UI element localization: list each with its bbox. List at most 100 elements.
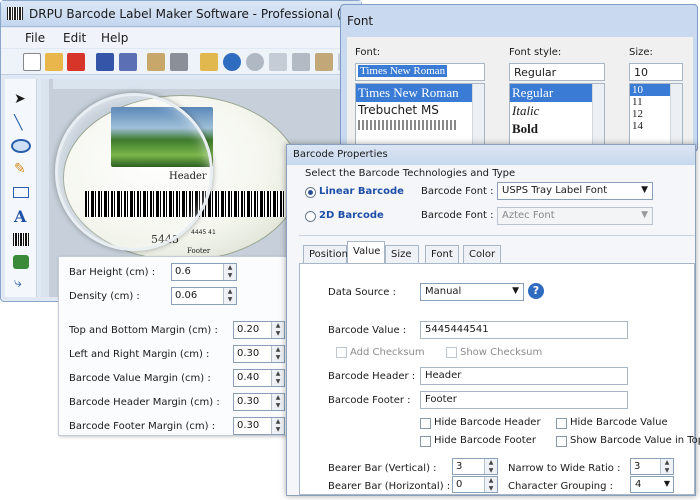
font-list-item[interactable]: Trebuchet MS (356, 102, 484, 118)
tab-value[interactable]: Value (347, 241, 385, 263)
print-icon[interactable] (170, 53, 188, 71)
hide-value-label: Hide Barcode Value (570, 417, 668, 428)
hide-footer-checkbox[interactable] (420, 436, 431, 447)
footer-margin-spinner[interactable]: 0.30 ▲ ▼ (233, 417, 285, 435)
linear-barcode-radio[interactable] (305, 187, 316, 198)
help-icon[interactable]: ? (528, 283, 544, 299)
barcode-footer-label: Barcode Footer : (328, 395, 411, 406)
style-list-scrollbar[interactable] (592, 84, 604, 152)
grouping-select[interactable]: 4 ▼ (630, 476, 674, 493)
connector-tool-icon[interactable]: ⤷ (14, 275, 22, 291)
bearer-vertical-spinner[interactable]: 3 ▲ ▼ (452, 458, 498, 475)
copy-icon[interactable] (269, 53, 287, 71)
chevron-down-icon: ▼ (641, 210, 648, 220)
value-tab-panel: Data Source : Manual ▼ ? Barcode Value :… (299, 263, 700, 495)
menu-bar: File Edit Help (1, 28, 361, 48)
main-title-bar: DRPU Barcode Label Maker Software - Prof… (1, 1, 384, 27)
edit-icon[interactable] (147, 53, 165, 71)
cut-icon[interactable] (292, 53, 310, 71)
font-dialog-title: Font (347, 14, 374, 28)
paste-icon[interactable] (315, 53, 333, 71)
font-style-input[interactable]: Regular (509, 63, 605, 81)
font-list-scrollbar[interactable] (472, 84, 484, 152)
redo-icon[interactable] (246, 53, 264, 71)
add-checksum-checkbox[interactable] (336, 347, 347, 358)
barcode-properties-title-bar: Barcode Properties (287, 145, 695, 165)
barcode-header-input[interactable]: Header (420, 367, 628, 385)
canvas-ruler (53, 79, 359, 89)
show-checksum-checkbox[interactable] (446, 347, 457, 358)
left-right-margin-spinner[interactable]: 0.30 ▲ ▼ (233, 345, 285, 363)
tab-size[interactable]: Size (385, 245, 419, 263)
bearer-vertical-label: Bearer Bar (Vertical) : (328, 463, 437, 474)
hide-value-checkbox[interactable] (556, 418, 567, 429)
rectangle-tool-icon[interactable] (13, 187, 29, 198)
menu-file[interactable]: File (25, 31, 45, 45)
chevron-down-icon: ▼ (663, 479, 670, 488)
style-list-item-selected[interactable]: Regular (510, 84, 592, 102)
main-window-title: DRPU Barcode Label Maker Software - Prof… (29, 7, 384, 21)
margins-panel: Bar Height (cm) : 0.6 ▲ ▼ Density (cm) : … (58, 256, 290, 436)
font-list-item-selected[interactable]: Times New Roman (356, 84, 472, 102)
density-spinner[interactable]: 0.06 ▲ ▼ (171, 287, 237, 305)
size-list-item-selected[interactable]: 10 (630, 84, 670, 96)
font-label: Font: (355, 47, 381, 58)
app-barcode-icon (7, 7, 23, 20)
line-tool-icon[interactable]: ╲ (14, 115, 22, 131)
section-divider (299, 235, 695, 236)
undo-icon[interactable] (223, 53, 241, 71)
menu-edit[interactable]: Edit (63, 31, 86, 45)
font-size-input[interactable]: 10 (629, 63, 683, 81)
density-label: Density (cm) : (69, 291, 140, 302)
grouping-label: Character Grouping : (508, 481, 614, 492)
size-list-scrollbar[interactable] (670, 84, 682, 152)
save-icon[interactable] (96, 53, 114, 71)
font-name-list[interactable]: Times New Roman Trebuchet MS (355, 83, 485, 153)
value-margin-label: Barcode Value Margin (cm) : (69, 373, 211, 384)
font-list-symbol-item[interactable] (358, 120, 458, 130)
pointer-tool-icon[interactable]: ➤ (14, 91, 26, 107)
header-margin-spinner[interactable]: 0.30 ▲ ▼ (233, 393, 285, 411)
ellipse-tool-icon[interactable] (11, 139, 31, 153)
barcode-footer-input[interactable]: Footer (420, 391, 628, 409)
show-checksum-label: Show Checksum (460, 347, 543, 358)
tab-position[interactable]: Position (303, 245, 348, 263)
hide-header-checkbox[interactable] (420, 418, 431, 429)
tab-font[interactable]: Font (425, 245, 459, 263)
value-margin-spinner[interactable]: 0.40 ▲ ▼ (233, 369, 285, 387)
bearer-horizontal-label: Bearer Bar (Horizontal) : (328, 481, 451, 492)
export-icon[interactable] (200, 53, 218, 71)
data-source-select[interactable]: Manual ▼ (420, 283, 524, 301)
bearer-horizontal-spinner[interactable]: 0 ▲ ▼ (452, 476, 498, 493)
linear-font-select[interactable]: USPS Tray Label Font ▼ (497, 182, 653, 200)
bar-height-spinner[interactable]: 0.6 ▲ ▼ (171, 263, 237, 281)
data-source-label: Data Source : (328, 287, 396, 298)
save-as-icon[interactable] (119, 53, 137, 71)
tab-color[interactable]: Color (463, 245, 501, 263)
ratio-spinner[interactable]: 3 ▲ ▼ (630, 458, 674, 475)
barcode-properties-dialog: Barcode Properties Select the Barcode Te… (286, 144, 700, 496)
2d-font-select[interactable]: Aztec Font ▼ (497, 207, 653, 225)
barcode-tool-icon[interactable] (13, 233, 30, 246)
text-tool-icon[interactable]: A (14, 207, 26, 226)
font-size-list[interactable]: 10 11 12 14 (629, 83, 683, 153)
style-list-item-italic[interactable]: Italic (510, 102, 604, 120)
font-style-list[interactable]: Regular Italic Bold (509, 83, 605, 153)
close-red-icon[interactable] (67, 53, 85, 71)
pencil-tool-icon[interactable]: ✎ (14, 161, 26, 177)
linear-barcode-label[interactable]: Linear Barcode (319, 186, 404, 197)
2d-barcode-radio[interactable] (305, 211, 316, 222)
top-bottom-margin-spinner[interactable]: 0.20 ▲ ▼ (233, 321, 285, 339)
show-value-top-checkbox[interactable] (556, 436, 567, 447)
add-checksum-label: Add Checksum (350, 347, 425, 358)
2d-barcode-label[interactable]: 2D Barcode (319, 210, 384, 221)
open-folder-icon[interactable] (45, 53, 63, 71)
barcode-value-input[interactable]: 5445444541 (420, 321, 628, 339)
canvas-ruler-left (41, 79, 49, 297)
image-tool-icon[interactable] (13, 255, 29, 269)
label-barcode-value-suffix: 4445 41 (191, 229, 216, 236)
menu-help[interactable]: Help (101, 31, 128, 45)
new-file-icon[interactable] (23, 53, 41, 71)
font-name-input[interactable]: Times New Roman (355, 63, 485, 81)
style-list-item-bold[interactable]: Bold (510, 120, 604, 138)
